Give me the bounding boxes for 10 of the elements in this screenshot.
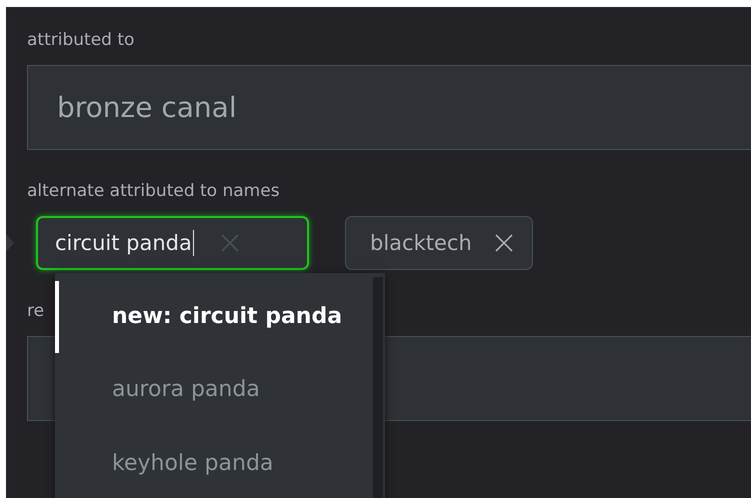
- tag-input[interactable]: circuit panda: [36, 216, 309, 270]
- field-label: attributed to: [27, 29, 134, 51]
- field-label: re: [27, 300, 44, 322]
- suggestion-item[interactable]: aurora panda: [55, 353, 370, 427]
- pointer-icon: [6, 234, 14, 252]
- field-label: alternate attributed to names: [27, 180, 280, 202]
- tag-chip[interactable]: blacktech: [345, 216, 533, 270]
- suggestion-item[interactable]: keyhole panda: [55, 427, 370, 498]
- text-field[interactable]: bronze canal: [27, 65, 751, 150]
- close-icon[interactable]: [494, 233, 514, 253]
